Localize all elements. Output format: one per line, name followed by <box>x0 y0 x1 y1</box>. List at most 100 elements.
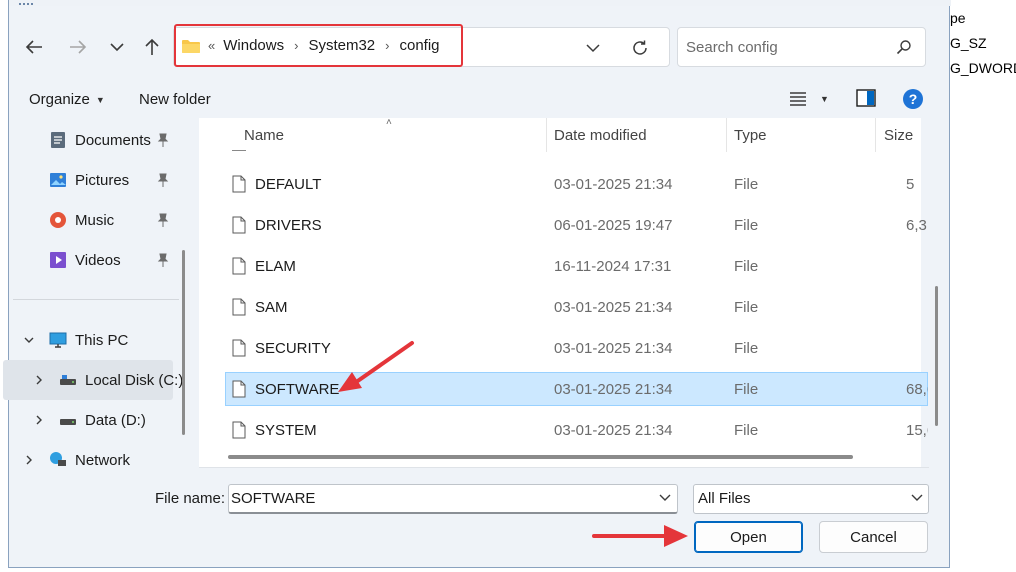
column-divider[interactable] <box>726 118 727 152</box>
vertical-scrollbar[interactable] <box>935 286 938 426</box>
nav-item-pictures[interactable]: Pictures <box>1 160 179 200</box>
up-button[interactable] <box>137 32 167 62</box>
chevron-right-icon[interactable] <box>33 414 45 426</box>
nav-item-label: Pictures <box>75 171 130 189</box>
address-history-button[interactable] <box>583 38 603 58</box>
file-list-border <box>199 467 929 468</box>
background-text-line: G_DWORD <box>950 60 1016 76</box>
pin-icon[interactable] <box>157 173 169 187</box>
horizontal-scrollbar[interactable] <box>228 455 853 459</box>
file-icon <box>232 257 246 275</box>
file-icon <box>232 216 246 234</box>
chevron-down-icon[interactable] <box>658 490 672 504</box>
music-icon <box>50 212 66 228</box>
pin-icon[interactable] <box>157 213 169 227</box>
column-header-size[interactable]: Size <box>884 127 913 144</box>
nav-item-network[interactable]: Network <box>1 440 179 468</box>
arrow-right-icon <box>70 40 87 54</box>
pin-icon[interactable] <box>157 133 169 147</box>
pin-icon[interactable] <box>157 253 169 267</box>
file-icon <box>232 175 246 193</box>
file-size: 6,3 <box>906 217 927 234</box>
file-icon <box>232 380 246 398</box>
nav-item-label: Network <box>75 451 131 469</box>
chevron-right-icon[interactable]: › <box>294 38 298 53</box>
file-name: SECURITY <box>255 340 331 357</box>
column-divider[interactable] <box>875 118 876 152</box>
breadcrumb-windows[interactable]: Windows <box>223 37 284 54</box>
chevron-right-icon[interactable] <box>23 454 35 466</box>
file-type: File <box>734 258 759 275</box>
refresh-button[interactable] <box>628 36 652 60</box>
nav-item-this-pc[interactable]: This PC <box>1 320 179 360</box>
breadcrumb: « Windows › System32 › config <box>182 37 440 54</box>
chevron-down-icon <box>110 43 124 52</box>
file-date: 06-01-2025 19:47 <box>554 217 673 234</box>
svg-text:?: ? <box>909 91 918 107</box>
file-name: SOFTWARE <box>255 381 340 398</box>
help-icon[interactable]: ? <box>902 88 924 110</box>
chevron-down-icon[interactable] <box>910 490 924 504</box>
file-size: 68,6 <box>906 381 928 398</box>
breadcrumb-overflow[interactable]: « <box>208 38 215 53</box>
app-icon <box>19 0 33 5</box>
navigation-pane: Documents Pictures Music Videos This PC … <box>1 118 199 468</box>
file-date: 03-01-2025 21:34 <box>554 422 673 439</box>
file-name: ELAM <box>255 258 296 275</box>
network-icon <box>50 452 66 466</box>
file-icon <box>232 298 246 316</box>
arrow-left-icon <box>25 40 42 54</box>
background-text-line: pe <box>950 10 966 26</box>
chevron-right-icon[interactable]: › <box>385 38 389 53</box>
file-name-label: File name: <box>155 490 226 507</box>
file-type-value[interactable]: All Files <box>698 490 751 507</box>
title-bar <box>9 0 951 6</box>
file-icon <box>232 421 246 439</box>
nav-item-label: Documents <box>75 131 151 149</box>
chevron-down-icon[interactable] <box>23 334 35 346</box>
back-button[interactable] <box>19 32 49 62</box>
nav-item-label: Videos <box>75 251 121 269</box>
nav-item-documents[interactable]: Documents <box>1 120 179 160</box>
forward-button[interactable] <box>63 32 93 62</box>
organize-label: Organize <box>29 91 90 108</box>
file-type: File <box>734 217 759 234</box>
breadcrumb-config[interactable]: config <box>399 37 439 54</box>
partial-row-icon <box>232 150 246 151</box>
nav-item-label: This PC <box>75 331 129 349</box>
file-date: 03-01-2025 21:34 <box>554 340 673 357</box>
column-header-type[interactable]: Type <box>734 127 767 144</box>
refresh-icon <box>633 40 647 55</box>
column-divider[interactable] <box>546 118 547 152</box>
preview-pane-icon[interactable] <box>856 89 876 107</box>
view-options-icon[interactable] <box>790 92 806 106</box>
videos-icon <box>50 252 66 268</box>
caret-down-icon: ▼ <box>95 94 105 105</box>
cancel-button[interactable]: Cancel <box>819 521 928 553</box>
nav-scrollbar[interactable] <box>182 250 185 435</box>
file-name-value[interactable]: SOFTWARE <box>231 490 315 507</box>
breadcrumb-system32[interactable]: System32 <box>308 37 375 54</box>
search-icon[interactable] <box>896 39 912 55</box>
column-header-name[interactable]: Name <box>244 127 284 144</box>
drive-icon <box>60 375 76 385</box>
background-text-line: G_SZ <box>950 35 987 51</box>
nav-item-music[interactable]: Music <box>1 200 179 240</box>
nav-item-local-disk[interactable]: Local Disk (C:) <box>3 360 183 400</box>
open-button[interactable]: Open <box>694 521 803 553</box>
nav-item-data-drive[interactable]: Data (D:) <box>1 400 179 440</box>
new-folder-button[interactable]: New folder <box>139 91 211 108</box>
file-type: File <box>734 176 759 193</box>
chevron-right-icon[interactable] <box>33 374 45 386</box>
pictures-icon <box>50 173 66 187</box>
file-name: SYSTEM <box>255 422 317 439</box>
nav-item-videos[interactable]: Videos <box>1 240 179 280</box>
caret-down-icon[interactable]: ▼ <box>820 94 829 104</box>
file-size: 15,6 <box>906 422 928 439</box>
file-name: DRIVERS <box>255 217 322 234</box>
recent-locations-button[interactable] <box>102 32 132 62</box>
nav-divider <box>13 299 179 300</box>
column-header-date[interactable]: Date modified <box>554 127 647 144</box>
organize-menu[interactable]: Organize ▼ <box>29 91 105 108</box>
file-icon <box>232 339 246 357</box>
